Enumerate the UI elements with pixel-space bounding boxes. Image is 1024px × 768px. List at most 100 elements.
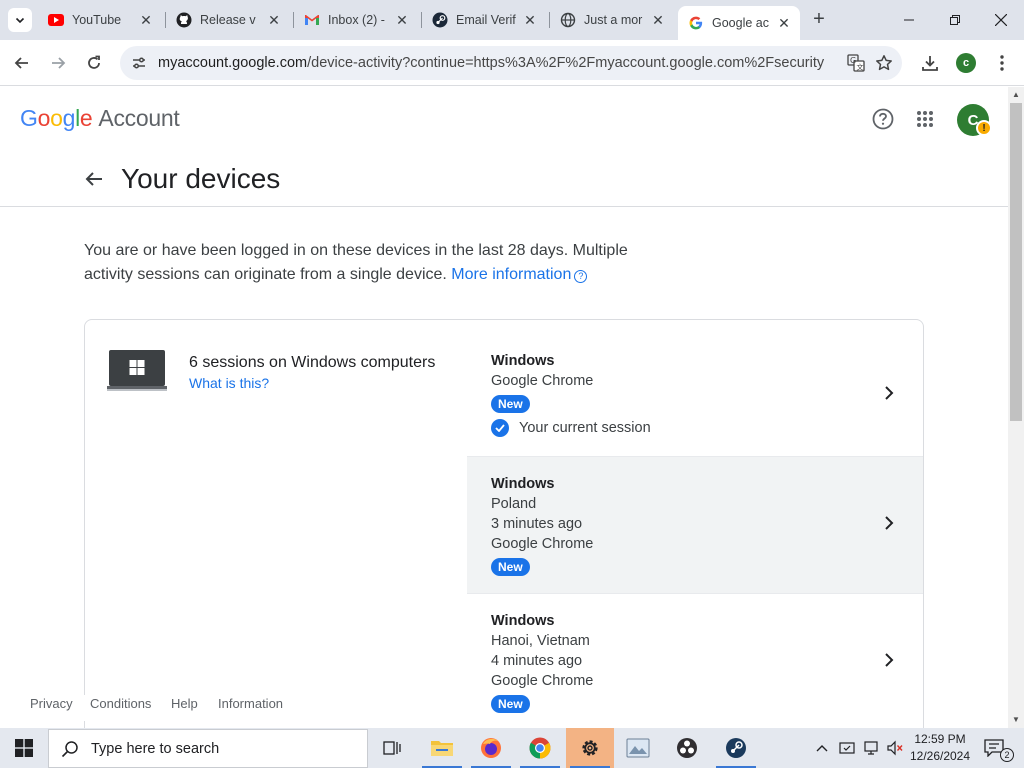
taskbar-steam[interactable] <box>712 728 760 768</box>
chrome-icon <box>529 737 551 759</box>
restore-icon <box>950 15 960 25</box>
browser-menu-button[interactable] <box>988 49 1016 77</box>
more-information-link[interactable]: More information? <box>451 266 588 283</box>
tab-just-a-moment[interactable]: Just a mor ✕ <box>550 6 674 34</box>
google-icon <box>688 15 704 31</box>
bookmark-star-icon[interactable] <box>870 49 898 77</box>
google-account-logo[interactable]: Google Account <box>20 105 180 132</box>
google-account-header: Google Account C ! <box>0 87 1008 151</box>
steam-icon <box>726 738 746 758</box>
tab-search-button[interactable] <box>8 8 32 32</box>
page-content: Google Account C ! Your devices You are o… <box>0 87 1008 728</box>
gmail-icon <box>304 12 320 28</box>
taskbar-file-explorer[interactable] <box>418 728 466 768</box>
tab-youtube[interactable]: YouTube ✕ <box>38 6 162 34</box>
forward-button[interactable] <box>44 49 72 77</box>
help-button[interactable] <box>869 105 897 133</box>
scrollbar-thumb[interactable] <box>1010 103 1022 421</box>
taskbar-firefox[interactable] <box>467 728 515 768</box>
back-link[interactable] <box>80 165 108 193</box>
what-is-this-link[interactable]: What is this? <box>189 375 269 391</box>
task-view-icon <box>383 741 401 755</box>
reload-button[interactable] <box>80 49 108 77</box>
browser-toolbar: myaccount.google.com/device-activity?con… <box>0 40 1024 86</box>
more-information-label: More information <box>451 266 572 283</box>
help-circle-icon: ? <box>574 269 588 283</box>
minimize-icon <box>904 19 914 21</box>
apps-button[interactable] <box>911 105 939 133</box>
close-icon[interactable]: ✕ <box>394 12 410 28</box>
close-icon[interactable]: ✕ <box>138 12 154 28</box>
scroll-down-arrow-icon[interactable]: ▼ <box>1008 712 1024 728</box>
profile-button[interactable]: c <box>952 49 980 77</box>
notification-count-badge: 2 <box>1000 748 1014 762</box>
clock-time: 12:59 PM <box>914 732 966 746</box>
device-group-title: 6 sessions on Windows computers <box>189 354 436 371</box>
logo-letter: G <box>20 105 38 131</box>
new-tab-button[interactable]: + <box>808 9 830 31</box>
session-row[interactable]: Windows Poland 3 minutes ago Google Chro… <box>467 457 923 594</box>
network-icon[interactable] <box>860 728 882 768</box>
footer-conditions-link[interactable]: Conditions <box>90 696 151 711</box>
scroll-up-arrow-icon[interactable]: ▲ <box>1008 87 1024 103</box>
arrow-left-icon <box>85 172 102 186</box>
taskbar-search-box[interactable]: Type here to search <box>48 729 368 768</box>
device-group-card: 6 sessions on Windows computers What is … <box>84 319 924 728</box>
task-view-button[interactable] <box>368 728 416 768</box>
footer-information-link[interactable]: Information <box>218 696 283 711</box>
close-icon[interactable]: ✕ <box>776 15 792 31</box>
chevron-right-icon <box>881 652 897 668</box>
tab-gmail[interactable]: Inbox (2) - ✕ <box>294 6 418 34</box>
logo-suffix: Account <box>98 105 180 131</box>
volume-muted-icon[interactable] <box>884 728 906 768</box>
site-info-icon[interactable] <box>128 52 150 74</box>
footer-help-link[interactable]: Help <box>171 696 198 711</box>
close-icon[interactable]: ✕ <box>266 12 282 28</box>
show-hidden-icons-button[interactable] <box>812 728 832 768</box>
tab-title: Inbox (2) - <box>328 13 385 27</box>
tab-google-account[interactable]: Google ac ✕ <box>678 6 800 40</box>
tray-app-icon[interactable] <box>836 728 858 768</box>
device-sync-icon <box>839 742 855 754</box>
tab-title: Email Verif <box>456 13 516 27</box>
chevron-up-icon <box>816 745 828 752</box>
current-session-indicator: Your current session <box>467 419 923 437</box>
footer-privacy-link[interactable]: Privacy <box>30 696 73 711</box>
taskbar-settings[interactable] <box>566 728 614 768</box>
windows-laptop-icon <box>107 350 167 391</box>
image-app-icon <box>626 738 650 758</box>
address-bar[interactable]: myaccount.google.com/device-activity?con… <box>120 46 902 80</box>
taskbar-clock[interactable]: 12:59 PM 12/26/2024 <box>906 731 974 765</box>
close-icon[interactable]: ✕ <box>522 12 538 28</box>
tab-github[interactable]: Release v ✕ <box>166 6 290 34</box>
taskbar-chrome[interactable] <box>516 728 564 768</box>
close-window-button[interactable] <box>978 0 1024 40</box>
downloads-button[interactable] <box>916 49 944 77</box>
chevron-down-icon <box>15 17 25 24</box>
session-os: Windows <box>491 613 555 629</box>
start-button[interactable] <box>0 728 48 768</box>
download-icon <box>922 56 938 71</box>
session-location: Hanoi, Vietnam <box>491 633 590 649</box>
session-row[interactable]: Windows Hanoi, Vietnam 4 minutes ago Goo… <box>467 594 923 728</box>
session-row[interactable]: Windows Google Chrome New Your current s… <box>467 320 923 457</box>
chevron-right-icon <box>881 515 897 531</box>
taskbar-obs[interactable] <box>663 728 711 768</box>
header-divider <box>0 206 1008 207</box>
close-icon[interactable]: ✕ <box>650 12 666 28</box>
session-time: 3 minutes ago <box>491 516 583 532</box>
tab-title: Google ac <box>712 16 769 30</box>
session-location: Poland <box>491 496 537 512</box>
back-button[interactable] <box>8 49 36 77</box>
taskbar-photos-app[interactable] <box>614 728 662 768</box>
tab-steam[interactable]: Email Verif ✕ <box>422 6 546 34</box>
session-time: 4 minutes ago <box>491 653 583 669</box>
apps-grid-icon <box>917 111 933 127</box>
translate-icon[interactable]: G文 <box>842 49 870 77</box>
clock-date: 12/26/2024 <box>909 749 971 763</box>
youtube-icon <box>48 12 64 28</box>
url-text[interactable]: myaccount.google.com/device-activity?con… <box>158 55 842 71</box>
minimize-button[interactable] <box>886 0 932 40</box>
restore-button[interactable] <box>932 0 978 40</box>
obs-icon <box>677 738 697 758</box>
